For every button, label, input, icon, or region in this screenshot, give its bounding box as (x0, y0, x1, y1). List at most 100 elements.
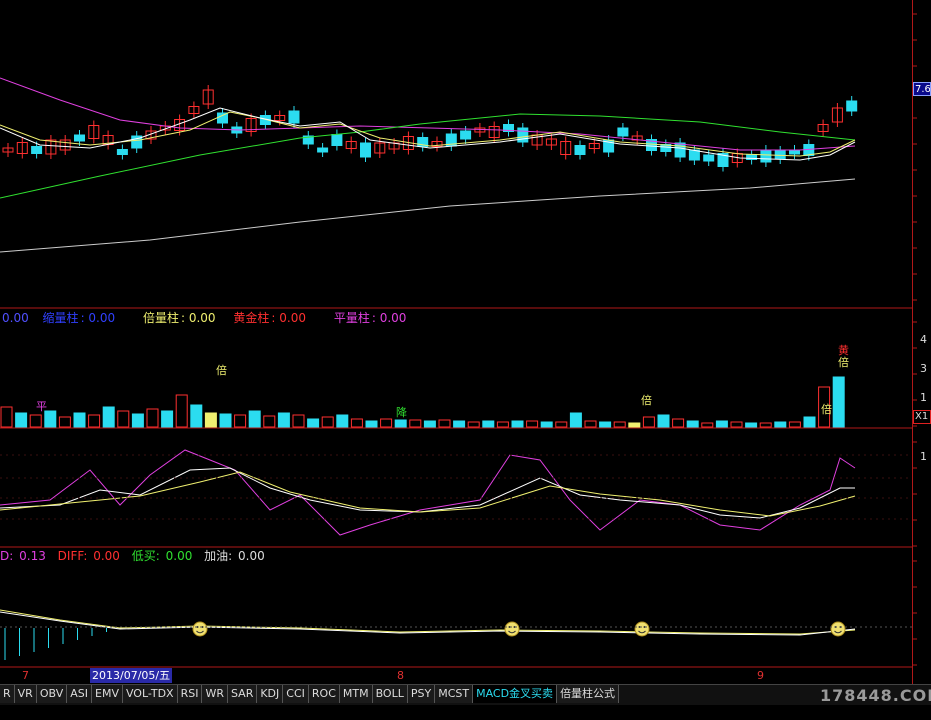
candle-body (217, 112, 228, 124)
volume-bar (263, 415, 276, 428)
oscillator-lines (0, 449, 856, 536)
volume-bar (511, 420, 524, 428)
candle-body (760, 149, 772, 163)
indicator-tab[interactable]: PSY (407, 685, 436, 703)
candle-body (460, 130, 472, 140)
legend-item-fuel: 加油: 0.00 (204, 549, 265, 563)
volume-bar (204, 412, 217, 428)
marker-double-2: 倍 (641, 394, 652, 407)
indicator-tab[interactable]: MACD金叉买卖 (473, 685, 558, 703)
macd-dea-line (0, 609, 856, 635)
volume-bar (745, 422, 758, 428)
volume-bar (657, 414, 670, 428)
legend-item-double: 倍量柱: 0.00 (142, 311, 216, 325)
smiley-icon (634, 621, 650, 637)
volume-bar (161, 410, 174, 428)
volume-bar (759, 422, 772, 428)
indicator-tab[interactable]: VR (14, 685, 37, 703)
smiley-icon (504, 621, 520, 637)
candle-body (288, 110, 300, 124)
volume-bar (453, 420, 466, 428)
indicator-tab[interactable]: KDJ (257, 685, 284, 703)
indicator-tab[interactable]: MCST (435, 685, 474, 703)
legend-item-vol0: 0.00 (2, 311, 29, 325)
volume-bar (88, 414, 101, 428)
volume-bar (423, 420, 436, 428)
volume-bar (715, 420, 728, 428)
smiley-face (634, 621, 650, 637)
volume-bar (321, 416, 334, 428)
volume-bar (599, 421, 612, 428)
volume-bar (44, 410, 57, 428)
candle-body (574, 145, 586, 155)
volume-bar (832, 376, 845, 428)
candle-body (846, 100, 858, 112)
marker-double-4: 倍 (838, 356, 849, 369)
indicator-tab[interactable]: ASI (67, 685, 92, 703)
candle-body (688, 149, 700, 161)
volume-bar (277, 412, 290, 428)
vol-axis-label-1: 1 (920, 391, 927, 404)
volume-bar (336, 414, 349, 428)
volume-bar (540, 421, 553, 428)
indicator-tab[interactable]: MTM (339, 685, 373, 703)
legend-item-diff: DIFF: 0.00 (57, 549, 120, 563)
stock-chart[interactable] (0, 0, 931, 720)
current-price-tag: 7.6 (913, 82, 931, 96)
volume-legend: 0.00 缩量柱: 0.00 倍量柱: 0.00 黄金柱: 0.00 平量柱: … (0, 310, 410, 326)
indicator-tab[interactable]: 倍量柱公式 (557, 685, 620, 703)
candle-body (31, 146, 43, 154)
indicator-tab[interactable]: BOLL (372, 685, 408, 703)
marker-decline: 降 (396, 406, 407, 419)
right-axis (912, 0, 913, 684)
volume-bar (394, 419, 407, 428)
indicator-tab[interactable]: ROC (308, 685, 340, 703)
volume-bar (496, 421, 509, 428)
indicator-tab[interactable]: VOL-TDX (122, 685, 178, 703)
volume-bar (350, 418, 363, 428)
volume-bar (672, 418, 685, 428)
vol-axis-label-3: 3 (920, 362, 927, 375)
volume-bar (628, 422, 641, 428)
indicator-tab[interactable]: CCI (283, 685, 309, 703)
macd-legend: D: 0.13 DIFF: 0.00 低买: 0.00 加油: 0.00 (0, 548, 269, 564)
indicator-tab[interactable]: OBV (36, 685, 68, 703)
smiley-face (504, 621, 520, 637)
smiley-face (830, 621, 846, 637)
current-date-label: 2013/07/05/五 (90, 668, 173, 683)
vol-axis-label-4: 4 (920, 333, 927, 346)
legend-item-flat: 平量柱: 0.00 (333, 311, 407, 325)
volume-bar (774, 421, 787, 428)
indicator-tab[interactable]: EMV (92, 685, 123, 703)
indicator-tab[interactable]: WR (202, 685, 228, 703)
candle-body (74, 134, 85, 142)
legend-item-buy: 低买: 0.00 (131, 549, 193, 563)
legend-item-shrink: 缩量柱: 0.00 (42, 311, 116, 325)
volume-bar (102, 406, 115, 428)
indicator-tab[interactable]: RSI (177, 685, 203, 703)
watermark: 178448.COM (820, 686, 931, 705)
volume-bar (642, 416, 655, 428)
volume-bar (58, 416, 71, 428)
volume-bar (146, 408, 159, 428)
indicator-tab[interactable]: SAR (227, 685, 258, 703)
volume-bar (29, 414, 42, 428)
osc-k-line (0, 449, 856, 536)
candle-body (360, 142, 371, 158)
smiley-face (192, 621, 208, 637)
candle-body (617, 127, 629, 137)
volume-bar (365, 420, 378, 428)
indicator-tab[interactable]: R (0, 685, 15, 703)
date-label-8: 8 (397, 669, 404, 682)
candle-body (674, 142, 686, 158)
volume-bar (175, 394, 188, 428)
ma10-line (0, 111, 856, 157)
volume-bar (584, 420, 597, 428)
volume-bar (131, 413, 144, 428)
volume-bar (307, 418, 320, 428)
indicator-tab-bar: R VR OBV ASI EMV VOL-TDX RSI WR SAR KDJ CCI ROC MTM B… (0, 684, 931, 705)
volume-bar (15, 412, 28, 428)
macd-lines (0, 609, 856, 660)
volume-bar (803, 416, 816, 428)
volume-bar (467, 421, 480, 428)
